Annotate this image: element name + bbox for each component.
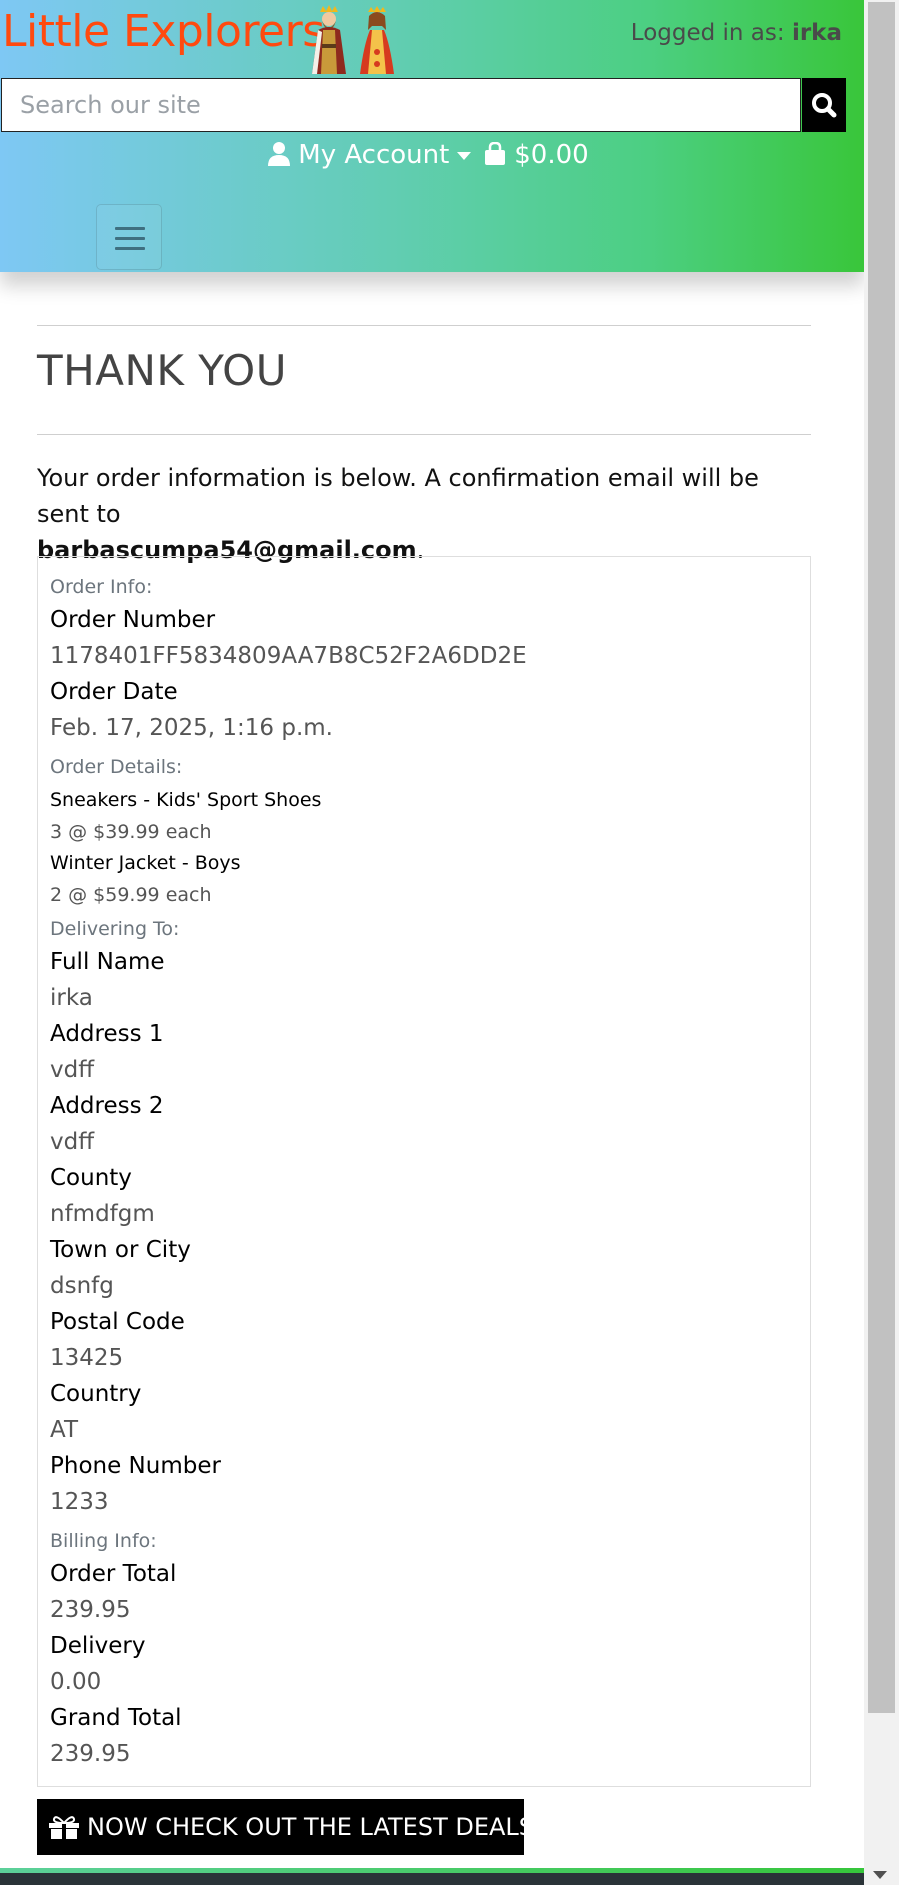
postal-code-value: 13425 <box>50 1345 124 1371</box>
county-value: nfmdfgm <box>50 1201 155 1227</box>
order-number-value: 1178401FF5834809AA7B8C52F2A6DD2E <box>50 643 527 669</box>
order-summary-card: Order Info: Order Number 1178401FF583480… <box>37 556 811 1787</box>
search-icon <box>812 93 837 118</box>
address2-value: vdff <box>50 1129 95 1155</box>
address2-label: Address 2 <box>50 1093 164 1119</box>
navbar-toggle-button[interactable] <box>96 204 162 270</box>
country-value: AT <box>50 1417 78 1443</box>
order-total-label: Order Total <box>50 1561 177 1587</box>
latest-deals-label: NOW CHECK OUT THE LATEST DEALS! <box>87 1813 544 1841</box>
order-item-qty: 2 @ $59.99 each <box>50 884 212 906</box>
search-input[interactable]: Search our site <box>1 78 801 132</box>
full-name-value: irka <box>50 985 93 1011</box>
town-label: Town or City <box>50 1237 191 1263</box>
my-account-label: My Account <box>298 140 450 170</box>
cart-link[interactable]: $0.00 <box>484 140 589 170</box>
intro-text: Your order information is below. A confi… <box>37 464 759 528</box>
hamburger-icon-bar <box>115 237 145 240</box>
my-account-dropdown[interactable]: My Account <box>268 140 472 170</box>
order-total-value: 239.95 <box>50 1597 131 1623</box>
site-header: Little Explorers Logged in as: irka Sear… <box>0 0 864 272</box>
scrollbar-thumb[interactable] <box>868 2 895 1713</box>
hamburger-icon <box>115 227 145 230</box>
full-name-label: Full Name <box>50 949 165 975</box>
footer-accent <box>0 1868 864 1873</box>
delivery-value: 0.00 <box>50 1669 102 1695</box>
town-value: dsnfg <box>50 1273 114 1299</box>
user-icon <box>268 142 290 166</box>
login-status: Logged in as: irka <box>631 20 842 46</box>
king-queen-logo-icon <box>312 5 394 74</box>
chevron-down-icon <box>457 151 472 160</box>
divider <box>37 434 811 435</box>
order-number-label: Order Number <box>50 607 216 633</box>
order-item-name: Sneakers - Kids' Sport Shoes <box>50 789 322 811</box>
order-info-heading: Order Info: <box>50 576 153 598</box>
page-title: THANK YOU <box>37 346 287 395</box>
grand-total-value: 239.95 <box>50 1741 131 1767</box>
page-viewport: Little Explorers Logged in as: irka Sear… <box>0 0 864 1885</box>
phone-label: Phone Number <box>50 1453 221 1479</box>
divider <box>37 325 811 326</box>
logged-in-prefix: Logged in as: <box>630 20 785 46</box>
order-details-heading: Order Details: <box>50 756 183 778</box>
cart-total: $0.00 <box>514 140 589 170</box>
hamburger-icon-bar <box>115 247 145 250</box>
country-label: Country <box>50 1381 142 1407</box>
site-logo[interactable]: Little Explorers <box>2 6 325 57</box>
phone-value: 1233 <box>50 1489 109 1515</box>
shopping-bag-icon <box>485 141 505 165</box>
logged-in-username: irka <box>791 20 842 46</box>
order-item-qty: 3 @ $39.99 each <box>50 821 212 843</box>
address1-value: vdff <box>50 1057 95 1083</box>
vertical-scrollbar[interactable] <box>864 0 899 1885</box>
order-date-label: Order Date <box>50 679 178 705</box>
delivering-to-heading: Delivering To: <box>50 918 180 940</box>
grand-total-label: Grand Total <box>50 1705 182 1731</box>
postal-code-label: Postal Code <box>50 1309 185 1335</box>
address1-label: Address 1 <box>50 1021 164 1047</box>
search-button[interactable] <box>802 78 846 132</box>
order-item-name: Winter Jacket - Boys <box>50 852 241 874</box>
delivery-label: Delivery <box>50 1633 146 1659</box>
latest-deals-button[interactable]: NOW CHECK OUT THE LATEST DEALS! <box>37 1799 544 1855</box>
billing-info-heading: Billing Info: <box>50 1530 157 1552</box>
scroll-down-arrow-icon[interactable] <box>873 1871 887 1879</box>
footer-strip <box>0 1868 864 1885</box>
order-intro-text: Your order information is below. A confi… <box>37 460 797 568</box>
county-label: County <box>50 1165 132 1191</box>
order-date-value: Feb. 17, 2025, 1:16 p.m. <box>50 715 333 741</box>
gift-icon <box>49 1816 79 1839</box>
